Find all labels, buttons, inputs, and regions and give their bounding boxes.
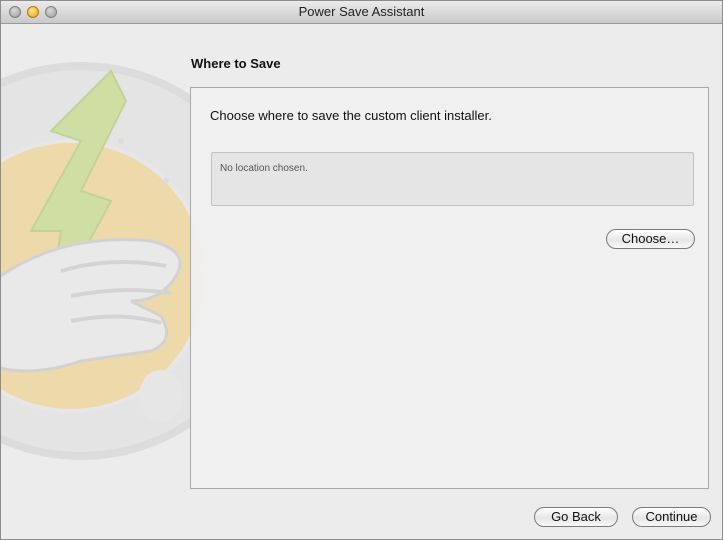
go-back-button[interactable]: Go Back [534,507,618,527]
location-field: No location chosen. [211,152,694,206]
title-bar: Power Save Assistant [1,1,722,24]
power-save-lightning-hand-icon [1,62,221,460]
page-heading: Where to Save [191,56,281,71]
content-panel: Choose where to save the custom client i… [190,87,709,489]
window-title: Power Save Assistant [298,4,425,19]
choose-button[interactable]: Choose… [606,229,695,249]
instruction-text: Choose where to save the custom client i… [210,108,492,123]
continue-button[interactable]: Continue [632,507,711,527]
power-save-assistant-window: Power Save Assistant Where to Save Choos… [0,0,723,540]
